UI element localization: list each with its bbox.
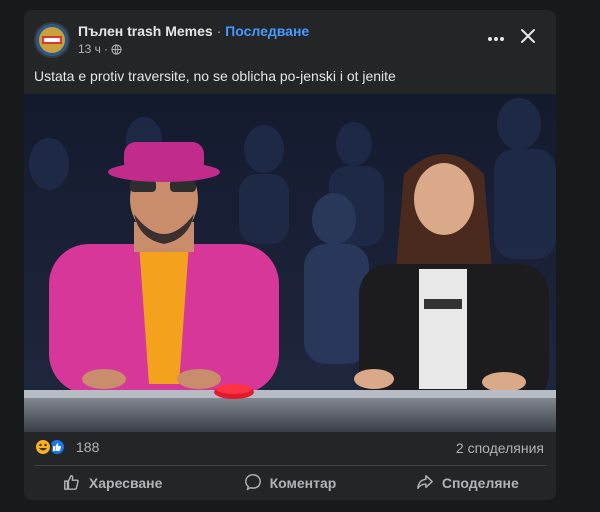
post-meta: 13 ч ·: [78, 42, 122, 56]
share-icon: [416, 473, 434, 494]
reactions-summary[interactable]: 188: [34, 438, 99, 456]
author-line: Пълен trash Memes · Последване: [78, 23, 309, 39]
comment-icon: [244, 473, 262, 494]
tv-show-photo: [24, 94, 556, 432]
post-header: Пълен trash Memes · Последване 13 ч ·: [24, 10, 556, 68]
post-caption: Ustata e protiv traversite, no se oblich…: [34, 68, 396, 84]
thumbs-up-icon: [63, 473, 81, 494]
page-avatar[interactable]: [34, 22, 70, 58]
post-time[interactable]: 13 ч: [78, 42, 101, 56]
close-icon: [520, 28, 536, 49]
meta-separator: ·: [103, 42, 108, 56]
reaction-icons: [34, 438, 70, 456]
close-button[interactable]: [514, 24, 542, 52]
shares-count[interactable]: 2 споделяния: [456, 440, 544, 456]
more-options-button[interactable]: [480, 24, 512, 52]
share-label: Споделяне: [441, 475, 519, 491]
actions-divider: [34, 465, 546, 466]
post-photo[interactable]: [24, 94, 556, 432]
follow-link[interactable]: Последване: [225, 23, 309, 39]
comment-button[interactable]: Коментар: [201, 468, 378, 498]
reaction-count: 188: [76, 439, 100, 455]
post-actions: Харесване Коментар Споделяне: [24, 468, 556, 498]
author-name[interactable]: Пълен trash Memes: [78, 23, 213, 39]
comment-label: Коментар: [269, 475, 337, 491]
share-button[interactable]: Споделяне: [379, 468, 556, 498]
post-card: Пълен trash Memes · Последване 13 ч · Us…: [24, 10, 556, 500]
like-label: Харесване: [88, 475, 163, 491]
like-button[interactable]: Харесване: [24, 468, 201, 498]
more-horizontal-icon: [487, 29, 505, 47]
haha-reaction-icon: [34, 438, 52, 456]
author-separator: ·: [216, 23, 222, 39]
globe-icon: [111, 43, 122, 55]
